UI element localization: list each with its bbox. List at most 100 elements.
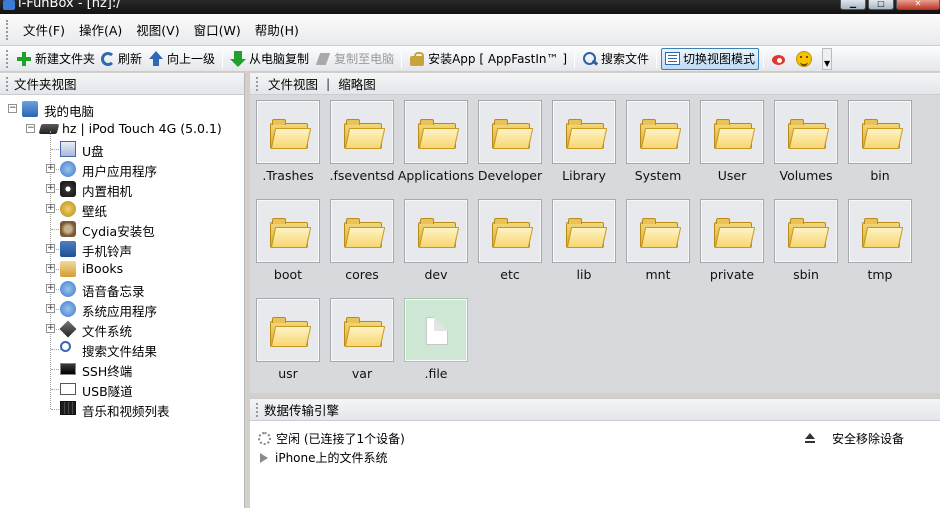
folder-item[interactable] <box>552 100 616 164</box>
expand-toggle[interactable]: + <box>46 164 55 173</box>
folder-item[interactable] <box>404 100 468 164</box>
folder-item[interactable] <box>848 199 912 263</box>
refresh-label: 刷新 <box>118 52 143 66</box>
folder-icon-part <box>642 119 656 125</box>
transfer-status: 空闲 (已连接了1个设备) <box>258 430 405 447</box>
file-item[interactable] <box>404 298 468 362</box>
folder-icon <box>788 218 830 248</box>
expand-toggle[interactable]: + <box>46 184 55 193</box>
menu-window[interactable]: 窗口(W) <box>188 20 247 39</box>
safe-remove-button[interactable]: 安全移除设备 <box>804 430 904 447</box>
refresh-button[interactable]: 刷新 <box>98 48 145 70</box>
folder-item[interactable] <box>700 199 764 263</box>
folder-icon <box>344 119 386 149</box>
folder-icon <box>418 119 460 149</box>
search-files-label: 搜索文件 <box>601 52 650 66</box>
ringtone-icon <box>60 241 76 257</box>
tree-item[interactable]: SSH终端 <box>0 359 245 379</box>
menu-action[interactable]: 操作(A) <box>73 20 128 39</box>
tree-item[interactable]: + 壁纸 <box>0 199 245 219</box>
tree-item-label: 我的电脑 <box>44 104 95 119</box>
tab-thumbnail[interactable]: 缩略图 <box>334 74 380 93</box>
menu-file[interactable]: 文件(F) <box>17 20 71 39</box>
copy-to-pc-button[interactable]: 复制至电脑 <box>312 48 397 70</box>
new-folder-button[interactable]: 新建文件夹 <box>13 48 98 70</box>
tree-item[interactable]: + 内置相机 <box>0 179 245 199</box>
folder-icon-part <box>640 227 682 248</box>
expand-toggle[interactable]: + <box>46 304 55 313</box>
expand-toggle[interactable]: + <box>46 264 55 273</box>
install-app-button[interactable]: 安装App [ AppFastIn™ ] <box>406 48 570 70</box>
file-name-label: Library <box>562 168 606 183</box>
folder-item[interactable] <box>848 100 912 164</box>
file-name-label: etc <box>500 267 520 282</box>
folder-item[interactable] <box>404 199 468 263</box>
copy-from-pc-button[interactable]: 从电脑复制 <box>227 48 312 70</box>
arrow-down-icon <box>230 50 247 67</box>
folder-item[interactable] <box>256 199 320 263</box>
expand-toggle[interactable]: + <box>46 284 55 293</box>
folder-item[interactable] <box>774 100 838 164</box>
folder-icon-part <box>566 227 608 248</box>
device-filesystem-item[interactable]: iPhone上的文件系统 <box>258 449 388 466</box>
folder-item[interactable] <box>330 199 394 263</box>
switch-view-button[interactable]: 切换视图模式 <box>661 47 760 70</box>
weibo-button[interactable] <box>768 48 793 70</box>
smiley-button[interactable] <box>793 48 818 70</box>
folder-item[interactable] <box>256 100 320 164</box>
expand-toggle[interactable]: + <box>46 204 55 213</box>
tree-item[interactable]: + 语音备忘录 <box>0 279 245 299</box>
menu-help[interactable]: 帮助(H) <box>249 20 305 39</box>
tree-item[interactable]: U盘 <box>0 139 245 159</box>
folder-icon-part <box>492 227 534 248</box>
transfer-status-text: 空闲 (已连接了1个设备) <box>276 432 405 446</box>
tree-device-ipod[interactable]: − hz | iPod Touch 4G (5.0.1) <box>0 119 245 139</box>
toolbar-overflow-button[interactable]: ▼ <box>822 47 833 70</box>
ssh-terminal-icon <box>60 363 76 375</box>
expand-toggle[interactable]: + <box>46 244 55 253</box>
maximize-button[interactable]: □ <box>868 0 894 10</box>
expand-toggle[interactable]: − <box>26 124 35 133</box>
tree-item[interactable]: 音乐和视频列表 <box>0 399 245 419</box>
folder-item[interactable] <box>700 100 764 164</box>
folder-icon-part <box>862 128 904 149</box>
folder-icon-part <box>864 218 878 224</box>
folder-icon <box>640 119 682 149</box>
tree-item[interactable]: + 文件系统 <box>0 319 245 339</box>
folder-item[interactable] <box>626 199 690 263</box>
tree-item[interactable]: USB隧道 <box>0 379 245 399</box>
folder-item[interactable] <box>330 100 394 164</box>
tree-item[interactable]: 搜索文件结果 <box>0 339 245 359</box>
tree-item[interactable]: Cydia安装包 <box>0 219 245 239</box>
folder-item[interactable] <box>478 100 542 164</box>
filesystem-icon <box>59 320 77 338</box>
copy-to-pc-label: 复制至电脑 <box>334 52 395 66</box>
tab-file-view[interactable]: 文件视图 <box>264 74 322 93</box>
file-name-label: var <box>351 366 373 381</box>
toolbar-separator <box>656 49 658 68</box>
tree-item[interactable]: + 手机铃声 <box>0 239 245 259</box>
folder-item[interactable] <box>478 199 542 263</box>
expand-toggle[interactable]: + <box>46 324 55 333</box>
up-level-button[interactable]: 向上一级 <box>145 48 218 70</box>
folder-icon-part <box>862 227 904 248</box>
wallpaper-icon <box>60 201 76 217</box>
folder-item[interactable] <box>256 298 320 362</box>
expand-toggle[interactable]: − <box>8 104 17 113</box>
computer-icon <box>22 101 38 117</box>
tab-separator: | <box>326 76 331 91</box>
tree-item[interactable]: + 系统应用程序 <box>0 299 245 319</box>
tree-item-label: 壁纸 <box>82 204 108 219</box>
folder-item[interactable] <box>330 298 394 362</box>
menu-view[interactable]: 视图(V) <box>130 20 185 39</box>
folder-item[interactable] <box>626 100 690 164</box>
close-button[interactable]: ✕ <box>896 0 940 10</box>
minimize-button[interactable]: ▁ <box>840 0 866 10</box>
folder-item[interactable] <box>774 199 838 263</box>
tree-root-my-computer[interactable]: − 我的电脑 <box>0 99 245 119</box>
tree-item[interactable]: + iBooks <box>0 259 245 279</box>
tree-item[interactable]: + 用户应用程序 <box>0 159 245 179</box>
search-files-button[interactable]: 搜索文件 <box>579 48 652 70</box>
folder-icon-part <box>346 218 360 224</box>
folder-item[interactable] <box>552 199 616 263</box>
